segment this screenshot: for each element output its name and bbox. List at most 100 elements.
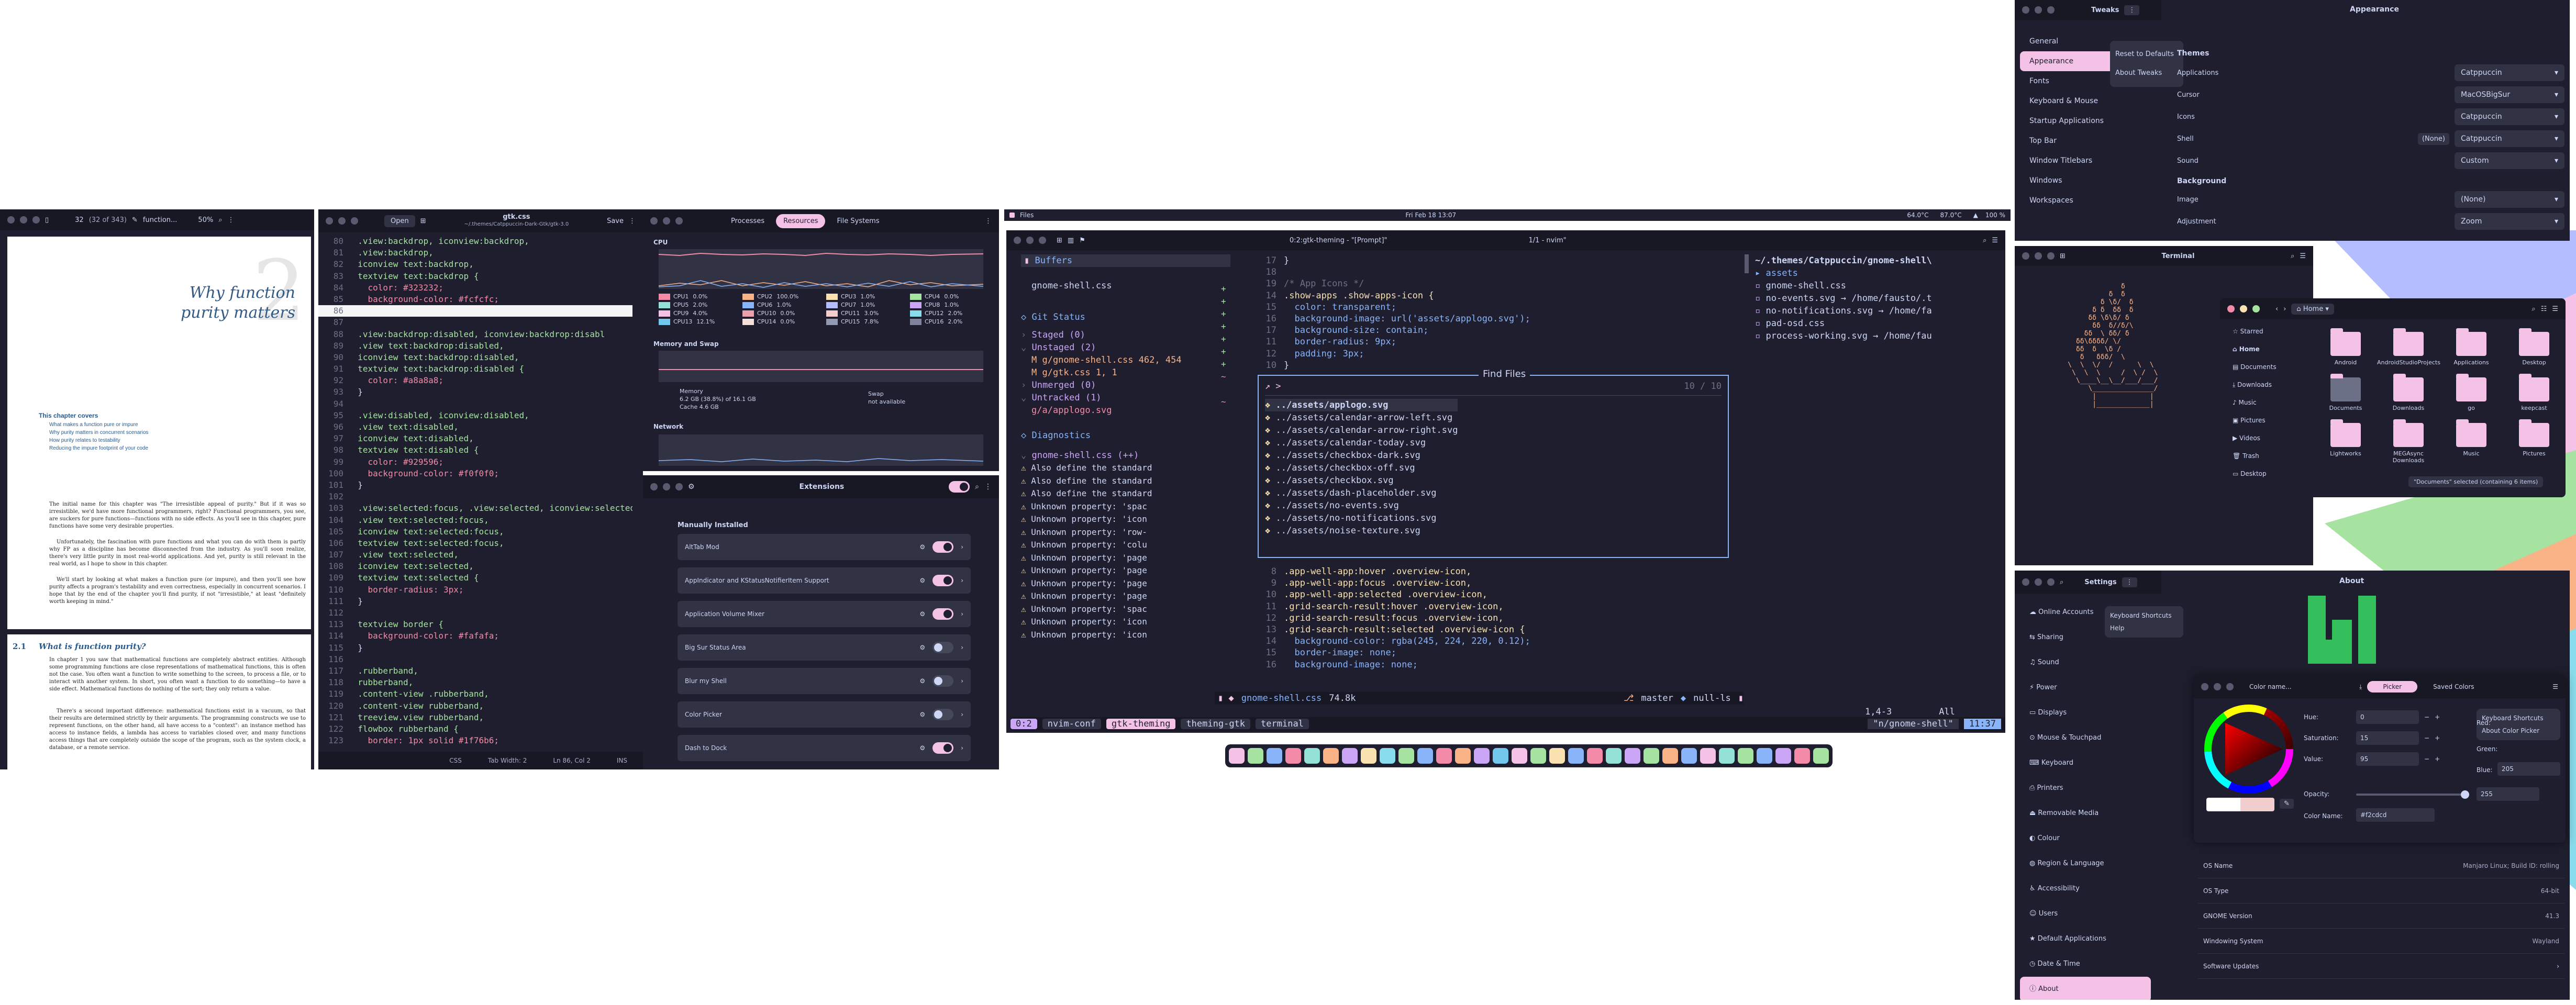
places-item[interactable]: ▤ Documents: [2223, 358, 2307, 376]
tweaks-sidebar-item[interactable]: Keyboard & Mouse: [2020, 91, 2151, 111]
file-item[interactable]: go: [2440, 373, 2503, 411]
diagnostic-item[interactable]: ⚠ Unknown property: 'spac: [1021, 603, 1230, 616]
file-item[interactable]: MEGAsync Downloads: [2377, 419, 2440, 464]
plus-icon[interactable]: +: [2435, 755, 2440, 763]
memory-section-title[interactable]: Memory and Swap: [653, 340, 719, 348]
about-row[interactable]: Software Updates ›: [2198, 954, 2564, 979]
extension-toggle[interactable]: [932, 675, 954, 687]
unmerged-group[interactable]: Unmerged (0): [1031, 380, 1096, 390]
file-item[interactable]: Lightworks: [2314, 419, 2377, 464]
open-button[interactable]: Open: [384, 215, 415, 227]
find-result-item[interactable]: ❖ ../assets/calendar-today.svg: [1265, 437, 1458, 449]
close-button[interactable]: [1014, 237, 1021, 244]
minus-icon[interactable]: −: [2424, 734, 2429, 742]
battery-status[interactable]: 100 %: [1985, 211, 2005, 219]
menu-icon[interactable]: ⋮: [2122, 577, 2137, 587]
cpu-color-swatch[interactable]: [826, 294, 838, 300]
close-button[interactable]: [650, 483, 658, 490]
chevron-right-icon[interactable]: ›: [961, 711, 963, 718]
find-result-item[interactable]: ❖ ../assets/applogo.svg: [1265, 399, 1458, 411]
tmux-window-tab[interactable]: nvim-conf: [1042, 719, 1101, 729]
find-result-item[interactable]: ❖ ../assets/checkbox-dark.svg: [1265, 449, 1458, 462]
tree-item[interactable]: ▫ no-notifications.svg → /home/fa: [1755, 305, 2005, 317]
find-result-item[interactable]: ❖ ../assets/noise-texture.svg: [1265, 524, 1458, 537]
dock-app-icon[interactable]: [1512, 748, 1527, 764]
cpu-color-swatch[interactable]: [910, 310, 921, 317]
minimize-button[interactable]: [20, 216, 27, 224]
minimize-button[interactable]: [338, 217, 346, 225]
settings-icon[interactable]: ⚙: [919, 644, 925, 651]
find-result-item[interactable]: ❖ ../assets/calendar-arrow-right.svg: [1265, 424, 1458, 437]
dock-app-icon[interactable]: [1323, 748, 1339, 764]
network-icon[interactable]: ▲: [1973, 211, 1978, 219]
find-result-item[interactable]: ❖ ../assets/checkbox-off.svg: [1265, 462, 1458, 474]
popover-menu-item[interactable]: Reset to Defaults: [2115, 45, 2178, 64]
minus-icon[interactable]: −: [2424, 713, 2429, 721]
places-item[interactable]: ⌂ Home: [2223, 340, 2307, 358]
tweaks-sidebar-item[interactable]: Window Titlebars: [2020, 151, 2151, 171]
dock-app-icon[interactable]: [1530, 748, 1546, 764]
forward-icon[interactable]: ›: [2283, 305, 2286, 313]
chevron-right-icon[interactable]: ›: [961, 577, 963, 584]
color-name-value[interactable]: #f2cdcd: [2356, 808, 2435, 822]
dock-app-icon[interactable]: [1229, 748, 1245, 764]
dock-app-icon[interactable]: [1493, 748, 1508, 764]
extension-toggle[interactable]: [932, 575, 954, 586]
search-field[interactable]: function...: [143, 216, 177, 224]
diagnostic-item[interactable]: ⚠ Unknown property: 'colu: [1021, 539, 1230, 552]
dock-app-icon[interactable]: [1361, 748, 1376, 764]
maximize-button[interactable]: [2226, 683, 2234, 690]
diagnostic-item[interactable]: ⚠ Unknown property: 'page: [1021, 590, 1230, 603]
menu-icon[interactable]: ⋮: [985, 217, 992, 225]
plus-icon[interactable]: +: [2435, 734, 2440, 742]
settings-icon[interactable]: ⚙: [919, 711, 925, 718]
dock-app-icon[interactable]: [1625, 748, 1640, 764]
shell-none-badge[interactable]: (None): [2417, 132, 2449, 145]
diagnostic-item[interactable]: ⚠ Unknown property: 'icon: [1021, 629, 1230, 642]
tmux-window-tab[interactable]: 0:2: [1011, 719, 1037, 729]
new-tab-icon[interactable]: ⊞: [1057, 237, 1062, 244]
settings-sidebar-item[interactable]: ⏏ Removable Media: [2020, 801, 2151, 826]
new-tab-icon[interactable]: ⊞: [420, 217, 426, 225]
settings-sidebar-item[interactable]: ◍ Region & Language: [2020, 851, 2151, 876]
extensions-master-toggle[interactable]: [949, 481, 970, 493]
dock-app-icon[interactable]: [1738, 748, 1753, 764]
tab-saved-colors[interactable]: Saved Colors: [2423, 681, 2484, 693]
setting-dropdown[interactable]: Custom ▾: [2455, 152, 2564, 169]
active-app-menu[interactable]: Files: [1020, 211, 1034, 219]
extension-toggle[interactable]: [932, 709, 954, 720]
diagnostic-item[interactable]: ⚠ Unknown property: 'page: [1021, 552, 1230, 565]
menu-icon[interactable]: ☰: [2300, 252, 2306, 260]
download-icon[interactable]: ⤓: [2359, 683, 2362, 691]
close-button[interactable]: [2201, 683, 2208, 690]
diagnostic-item[interactable]: ⚠ Unknown property: 'icon: [1021, 616, 1230, 629]
cpu-color-swatch[interactable]: [742, 319, 754, 325]
apps-icon[interactable]: [1009, 213, 1015, 218]
diagnostic-file[interactable]: gnome-shell.css (++): [1031, 450, 1139, 461]
setting-dropdown[interactable]: (None) ▾: [2455, 191, 2564, 208]
diagnostic-item[interactable]: ⚠ Also define the standard: [1021, 462, 1230, 475]
unstaged-group[interactable]: Unstaged (2): [1031, 342, 1096, 353]
opacity-slider[interactable]: [2356, 790, 2469, 799]
cpu-color-swatch[interactable]: [659, 302, 670, 308]
places-item[interactable]: 🗑 Trash: [2223, 447, 2307, 465]
dock-app-icon[interactable]: [1644, 748, 1659, 764]
chevron-right-icon[interactable]: ›: [961, 744, 963, 752]
file-item[interactable]: Downloads: [2377, 373, 2440, 411]
blue-value[interactable]: 205: [2497, 762, 2560, 776]
file-item[interactable]: AndroidStudioProjects: [2377, 328, 2440, 366]
diagnostic-item[interactable]: ⚠ Also define the standard: [1021, 475, 1230, 488]
settings-sidebar-item[interactable]: ⓘ About: [2020, 977, 2151, 1000]
tab-file-systems[interactable]: File Systems: [830, 214, 885, 228]
search-icon[interactable]: ⌕: [2060, 578, 2063, 586]
find-result-item[interactable]: ❖ ../assets/checkbox.svg: [1265, 474, 1458, 487]
minimize-button[interactable]: [2240, 305, 2247, 312]
places-item[interactable]: ▭ Desktop: [2223, 465, 2307, 483]
settings-sidebar-item[interactable]: ▭ Displays: [2020, 700, 2151, 725]
popover-menu-item[interactable]: Keyboard Shortcuts: [2482, 712, 2555, 724]
hsv-spin[interactable]: 95: [2356, 752, 2419, 766]
tab-picker[interactable]: Picker: [2367, 681, 2418, 693]
zoom-level[interactable]: 50%: [198, 216, 213, 224]
places-item[interactable]: ▶ Videos: [2223, 429, 2307, 447]
dock-app-icon[interactable]: [1455, 748, 1471, 764]
